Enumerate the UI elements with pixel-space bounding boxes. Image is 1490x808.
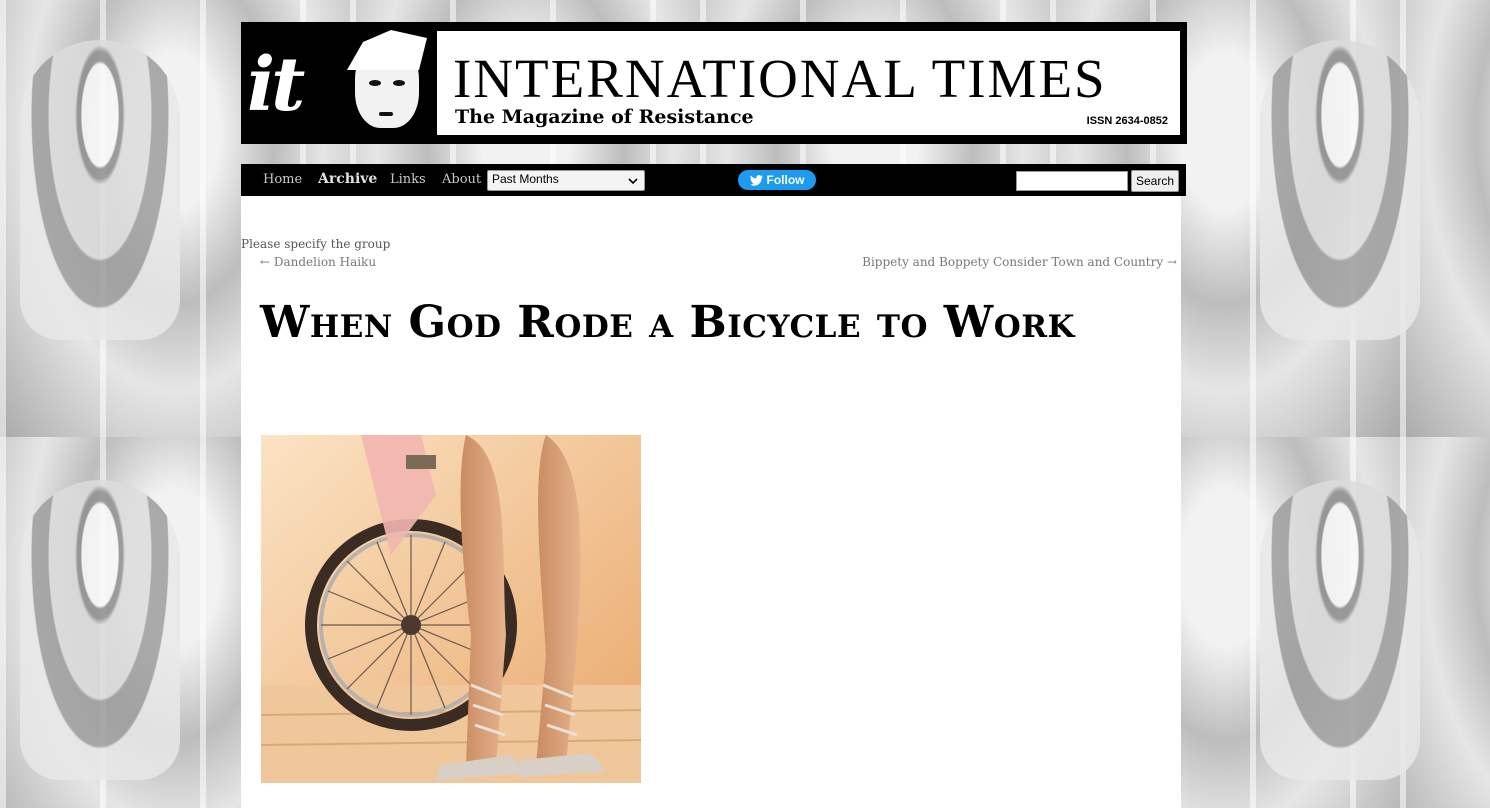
group-notice: Please specify the group [241, 237, 391, 251]
nav-archive[interactable]: Archive [318, 171, 377, 187]
portrait-mouth [379, 112, 393, 116]
twitter-follow-button[interactable]: Follow [738, 170, 816, 190]
site-logo[interactable]: it [247, 40, 327, 130]
twitter-bird-icon [749, 174, 763, 186]
archive-select[interactable]: Past Months [487, 170, 645, 191]
main-content: Please specify the group ← Dandelion Hai… [241, 196, 1181, 808]
post-title: When God Rode a Bicycle to Work [260, 297, 1075, 348]
nav-links[interactable]: Links [390, 172, 426, 187]
previous-post-link[interactable]: ← Dandelion Haiku [260, 255, 376, 269]
logo-portrait [337, 30, 427, 138]
next-post-link[interactable]: Bippety and Boppety Consider Town and Co… [862, 255, 1177, 269]
background-figure-left-lower [20, 480, 180, 780]
background-figure-left [20, 40, 180, 340]
archive-select-value: Past Months [492, 172, 559, 186]
chevron-down-icon [628, 178, 638, 185]
portrait-eye-left [369, 80, 381, 86]
search-input[interactable] [1016, 171, 1128, 191]
nav-home[interactable]: Home [263, 172, 302, 187]
main-navigation: Home Archive Links About Past Months Fol… [241, 164, 1186, 196]
post-image [261, 435, 641, 783]
site-title[interactable]: INTERNATIONAL TIMES [453, 51, 1107, 107]
post-illustration [261, 435, 641, 783]
site-tagline: The Magazine of Resistance [455, 106, 754, 128]
search-button[interactable]: Search [1131, 170, 1179, 192]
background-figure-right-lower [1260, 480, 1420, 780]
portrait-headdress [347, 30, 427, 70]
background-figure-right [1260, 40, 1420, 340]
title-box: INTERNATIONAL TIMES The Magazine of Resi… [437, 31, 1180, 135]
issn-label: ISSN 2634-0852 [1086, 115, 1168, 127]
masthead: it INTERNATIONAL TIMES The Magazine of R… [241, 22, 1187, 144]
nav-about[interactable]: About [442, 172, 481, 187]
follow-label: Follow [766, 173, 805, 187]
portrait-eye-right [393, 80, 405, 86]
page-wrapper: it INTERNATIONAL TIMES The Magazine of R… [241, 22, 1187, 808]
